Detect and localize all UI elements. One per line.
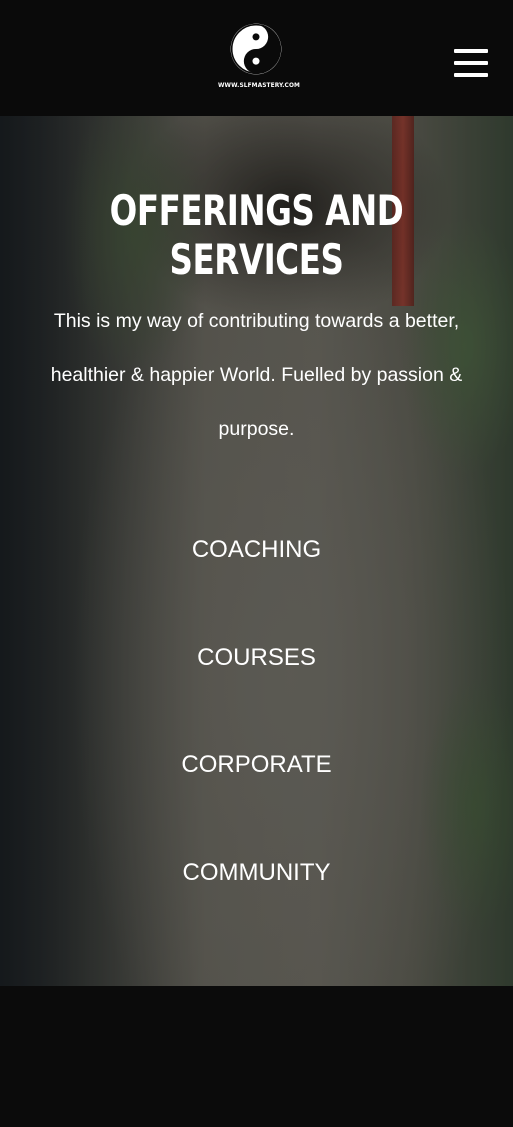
service-link-community[interactable]: COMMUNITY <box>0 859 513 887</box>
site-header: WWW.SLFMASTERY.COM <box>0 0 513 116</box>
page-title: OFFERINGS AND SERVICES <box>109 186 404 284</box>
intro-text: This is my way of contributing towards a… <box>50 310 463 440</box>
site-logo-link[interactable]: WWW.SLFMASTERY.COM <box>218 22 300 92</box>
hamburger-menu-icon-bar <box>454 73 488 77</box>
hamburger-menu-icon <box>454 49 488 53</box>
hamburger-menu-button[interactable] <box>454 49 490 81</box>
hamburger-menu-icon-bar <box>454 61 488 65</box>
hero-section: OFFERINGS AND SERVICES This is my way of… <box>0 116 513 986</box>
service-link-corporate[interactable]: CORPORATE <box>0 751 513 779</box>
logo-text: WWW.SLFMASTERY.COM <box>218 81 300 89</box>
page-footer <box>0 986 513 1127</box>
service-link-courses[interactable]: COURSES <box>0 644 513 672</box>
yin-yang-icon <box>230 23 282 75</box>
service-link-coaching[interactable]: COACHING <box>0 536 513 564</box>
